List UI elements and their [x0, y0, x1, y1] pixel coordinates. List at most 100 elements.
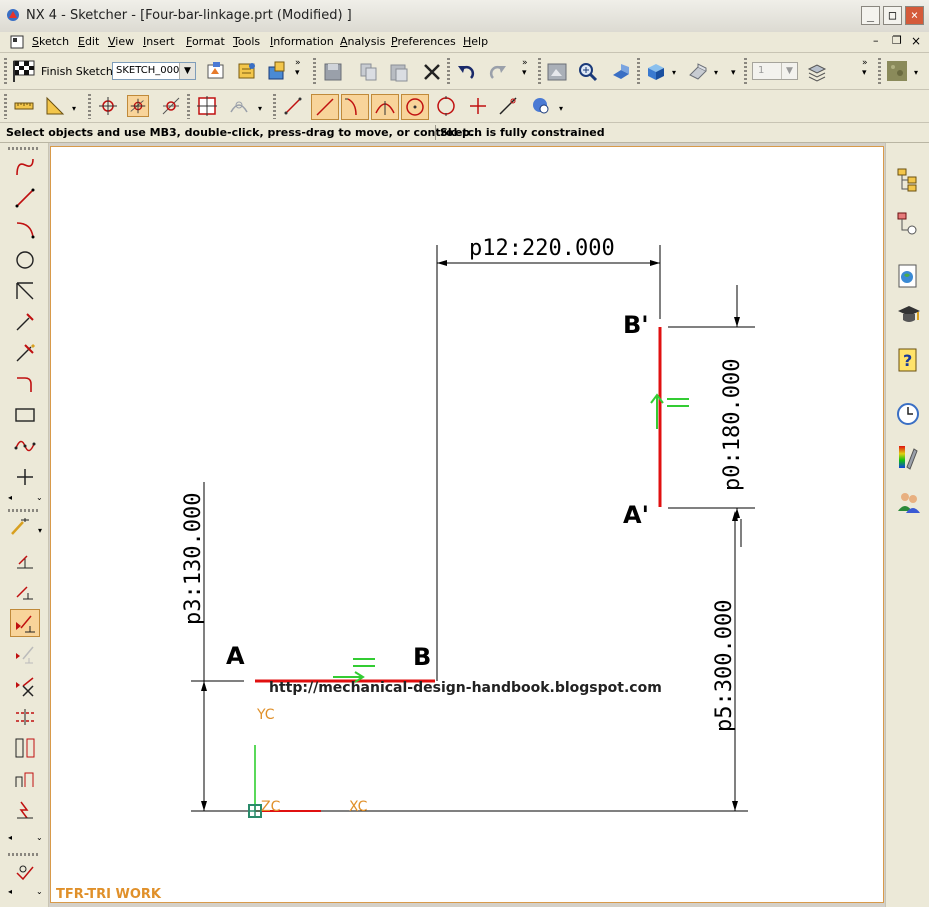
toolbar-grip[interactable]: [273, 94, 276, 119]
profile-icon[interactable]: [13, 155, 37, 179]
finish-sketch-button[interactable]: Finish Sketch: [41, 65, 113, 78]
web-browser-icon[interactable]: [896, 263, 920, 289]
dimension-p5[interactable]: p5:300.000: [712, 600, 737, 732]
chevron-down-icon[interactable]: ▾: [714, 68, 718, 77]
show-no-constraints-icon[interactable]: [13, 643, 37, 667]
delete-icon[interactable]: [421, 61, 443, 83]
circle-three-point-icon[interactable]: [435, 95, 457, 117]
toolbar-overflow-icon[interactable]: ▾: [731, 58, 736, 78]
chevron-down-icon[interactable]: ▾: [672, 68, 676, 77]
scroll-left-icon[interactable]: ◂: [8, 833, 12, 842]
menu-analysis[interactable]: Analysis: [340, 35, 385, 48]
doc-restore-button[interactable]: ❐: [892, 34, 902, 47]
sketch-canvas[interactable]: p12:220.000 p0:180.000 B' A' p5:300.000 …: [50, 146, 884, 903]
toolbar-grip[interactable]: [8, 147, 40, 150]
roles-icon[interactable]: [896, 489, 922, 515]
circle-center-button[interactable]: [401, 94, 429, 120]
chevron-down-icon[interactable]: ▼: [179, 63, 195, 79]
paste-icon[interactable]: [388, 61, 410, 83]
help-icon[interactable]: ?: [896, 347, 920, 373]
constraints-icon[interactable]: [13, 548, 37, 572]
measure-angle-icon[interactable]: [44, 95, 66, 117]
assembly-navigator-icon[interactable]: [896, 211, 920, 237]
menu-preferences[interactable]: Preferences: [391, 35, 456, 48]
toolbar-grip[interactable]: [4, 58, 7, 84]
alternate-solution-icon[interactable]: [13, 736, 37, 760]
finish-sketch-flag-icon[interactable]: [10, 59, 38, 83]
menu-sketch[interactable]: Sketch: [32, 35, 69, 48]
orient-view-to-sketch-icon[interactable]: [205, 60, 227, 82]
toolbar-overflow-icon[interactable]: » ▾: [522, 58, 528, 78]
line-mode-button[interactable]: [311, 94, 339, 120]
menu-information[interactable]: Information: [270, 35, 334, 48]
point-on-curve-icon[interactable]: [228, 95, 250, 117]
corner-icon[interactable]: [13, 372, 37, 396]
toolbar-grip[interactable]: [313, 58, 316, 84]
copy-icon[interactable]: [358, 61, 380, 83]
toolbar-grip[interactable]: [637, 58, 640, 84]
rectangle-icon[interactable]: [13, 403, 37, 427]
arc-icon[interactable]: [13, 217, 37, 241]
chevron-down-icon[interactable]: ▾: [38, 526, 42, 535]
menu-tools[interactable]: Tools: [233, 35, 260, 48]
toolbar-grip[interactable]: [447, 58, 450, 84]
chevron-down-icon[interactable]: ⌄: [36, 493, 43, 502]
point-tool-icon[interactable]: [467, 95, 489, 117]
toolbar-grip[interactable]: [4, 94, 7, 119]
chevron-down-icon[interactable]: ▾: [914, 68, 918, 77]
toolbar-grip[interactable]: [8, 509, 40, 512]
toolbar-overflow-icon[interactable]: » ▾: [862, 58, 868, 78]
quick-trim-icon[interactable]: [13, 279, 37, 303]
reattach-icon[interactable]: [236, 60, 258, 82]
point-icon[interactable]: [13, 465, 37, 489]
save-icon[interactable]: [322, 61, 344, 83]
chevron-down-icon[interactable]: ▾: [72, 104, 76, 113]
maximize-button[interactable]: □: [883, 6, 902, 25]
sketch-doc-icon[interactable]: [10, 35, 24, 49]
toolbar-overflow-icon[interactable]: » ▾: [295, 58, 301, 78]
layer-settings-icon[interactable]: [806, 61, 828, 83]
dimension-p0[interactable]: p0:180.000: [720, 359, 745, 491]
create-inferred-constraints-icon[interactable]: [13, 798, 37, 822]
quick-extend-icon[interactable]: [13, 310, 37, 334]
menu-format[interactable]: Format: [186, 35, 225, 48]
point-constructor-icon[interactable]: [196, 95, 218, 117]
circle-icon[interactable]: [13, 248, 37, 272]
dimension-p12[interactable]: p12:220.000: [469, 236, 615, 261]
chevron-down-icon[interactable]: ▼: [781, 63, 797, 79]
chevron-down-icon[interactable]: ⌄: [36, 887, 43, 896]
update-model-icon[interactable]: [266, 60, 288, 82]
offset-curve-icon[interactable]: [529, 95, 551, 117]
view-triad-icon[interactable]: [687, 61, 709, 83]
visualization-icon[interactable]: [896, 443, 920, 471]
line-tool-icon[interactable]: [282, 95, 304, 117]
studio-spline-icon[interactable]: [13, 434, 37, 458]
menu-view[interactable]: View: [108, 35, 134, 48]
fillet-icon[interactable]: [13, 341, 37, 365]
display-sketch-icon[interactable]: [13, 861, 37, 885]
snap-point-active-button[interactable]: [127, 95, 149, 117]
scroll-left-icon[interactable]: ◂: [8, 493, 12, 502]
snap-point-icon[interactable]: [97, 95, 119, 117]
toolbar-grip[interactable]: [744, 58, 747, 84]
zoom-icon[interactable]: [577, 61, 599, 83]
toolbar-grip[interactable]: [88, 94, 91, 119]
inferred-constraints-icon[interactable]: [13, 767, 37, 791]
toolbar-grip[interactable]: [8, 853, 40, 856]
background-icon[interactable]: [886, 60, 908, 82]
inferred-dimension-icon[interactable]: [9, 516, 35, 540]
training-icon[interactable]: [896, 303, 922, 329]
minimize-button[interactable]: _: [861, 6, 880, 25]
show-all-constraints-icon[interactable]: [13, 579, 37, 603]
dimension-p3[interactable]: p3:130.000: [181, 493, 206, 625]
menu-edit[interactable]: Edit: [78, 35, 99, 48]
toolbar-grip[interactable]: [187, 94, 190, 119]
measure-distance-icon[interactable]: [13, 95, 35, 117]
chevron-down-icon[interactable]: ▾: [258, 104, 262, 113]
auto-constrain-button[interactable]: [10, 609, 40, 637]
close-button[interactable]: ×: [905, 6, 924, 25]
chevron-down-icon[interactable]: ▾: [559, 104, 563, 113]
scroll-left-icon[interactable]: ◂: [8, 887, 12, 896]
arc-three-point-button[interactable]: [371, 94, 399, 120]
rotate-icon[interactable]: [610, 61, 632, 83]
